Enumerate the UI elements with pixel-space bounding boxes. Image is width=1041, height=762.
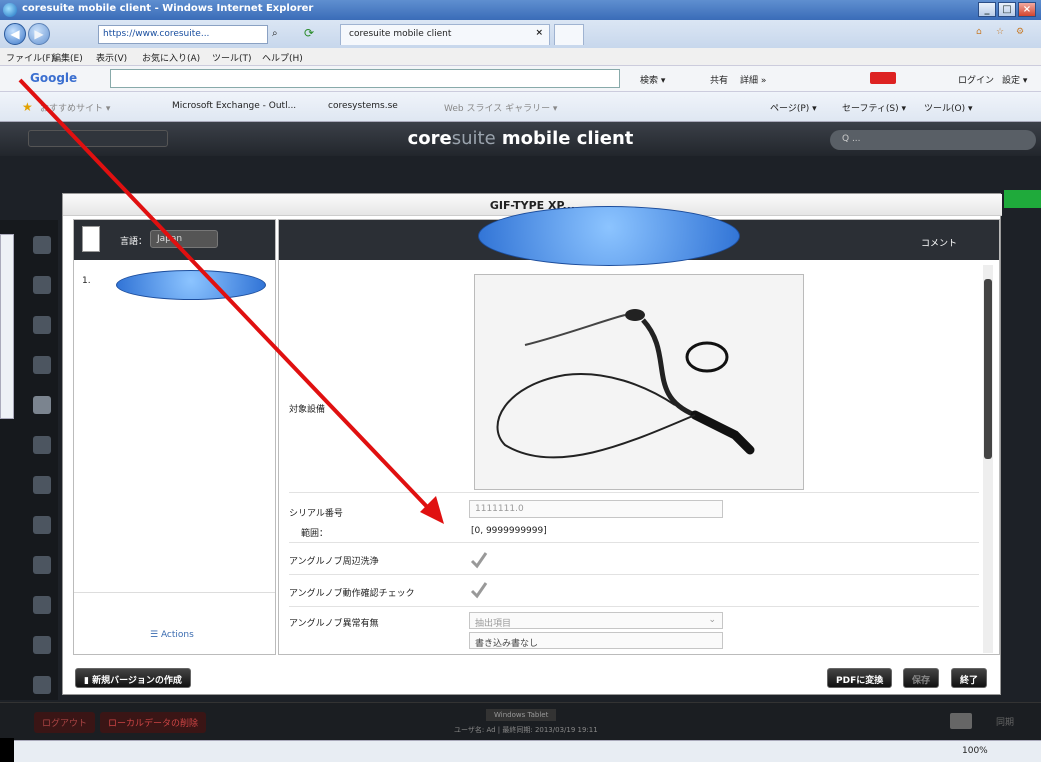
app-footer: ログアウト ローカルデータの削除 Windows Tablet ユーザ名: Ad… xyxy=(0,702,1041,740)
zoom-level[interactable]: 100% xyxy=(962,746,988,756)
background-fragment xyxy=(0,738,14,762)
logout-button[interactable]: ログアウト xyxy=(34,712,96,733)
keyboard-icon[interactable] xyxy=(950,713,972,729)
user-sync-info: ユーザ名: Ad | 最終同期: 2013/03/19 19:11 xyxy=(454,726,598,734)
annotation-arrow xyxy=(18,78,444,524)
device-label: Windows Tablet xyxy=(486,709,557,721)
ie-status-bar: 100% xyxy=(0,740,1041,762)
delete-local-data-button[interactable]: ローカルデータの削除 xyxy=(100,712,207,733)
sync-button[interactable]: 同期 xyxy=(996,715,1014,728)
